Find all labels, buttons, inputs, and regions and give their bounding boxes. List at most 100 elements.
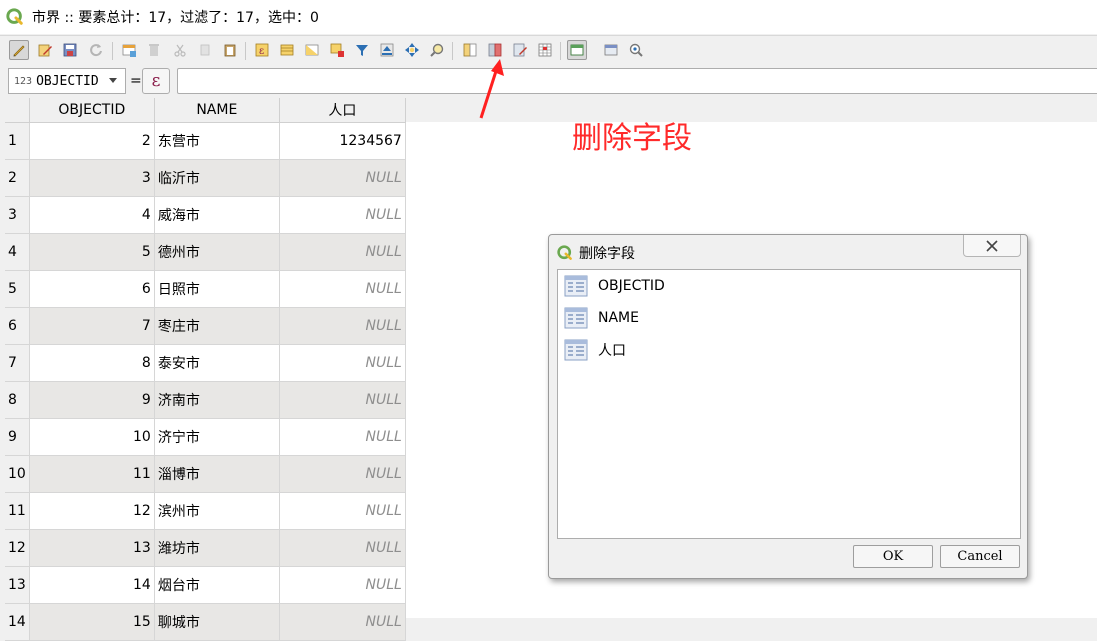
cell-population[interactable]: NULL xyxy=(279,307,406,345)
cell-population[interactable]: 1234567 xyxy=(279,122,406,160)
filter-select-button[interactable] xyxy=(352,40,372,60)
corner-header[interactable] xyxy=(5,98,30,123)
cell-objectid[interactable]: 2 xyxy=(29,122,155,160)
multi-edit-button[interactable] xyxy=(35,40,55,60)
row-header[interactable]: 5 xyxy=(5,270,30,308)
table-row[interactable]: 8 9 济南市 NULL xyxy=(5,381,406,419)
cell-objectid[interactable]: 11 xyxy=(29,455,155,493)
cell-objectid[interactable]: 15 xyxy=(29,603,155,641)
field-calculator-button[interactable] xyxy=(510,40,530,60)
table-row[interactable]: 14 15 聊城市 NULL xyxy=(5,603,406,641)
cell-name[interactable]: 潍坊市 xyxy=(154,529,280,567)
field-selector-combo[interactable]: 123 OBJECTID xyxy=(8,68,126,94)
move-selection-top-button[interactable] xyxy=(377,40,397,60)
column-header-population[interactable]: 人口 xyxy=(279,98,406,123)
row-header[interactable]: 13 xyxy=(5,566,30,604)
ok-button[interactable]: OK xyxy=(853,545,933,568)
cancel-button[interactable]: Cancel xyxy=(940,545,1020,568)
row-header[interactable]: 7 xyxy=(5,344,30,382)
cell-objectid[interactable]: 4 xyxy=(29,196,155,234)
cell-objectid[interactable]: 5 xyxy=(29,233,155,271)
table-row[interactable]: 12 13 潍坊市 NULL xyxy=(5,529,406,567)
filter-value-input[interactable] xyxy=(177,68,1097,94)
copy-button[interactable] xyxy=(195,40,215,60)
table-row[interactable]: 5 6 日照市 NULL xyxy=(5,270,406,308)
conditional-formatting-button[interactable] xyxy=(535,40,555,60)
row-header[interactable]: 11 xyxy=(5,492,30,530)
cell-population[interactable]: NULL xyxy=(279,529,406,567)
table-row[interactable]: 9 10 济宁市 NULL xyxy=(5,418,406,456)
pan-to-selected-button[interactable] xyxy=(402,40,422,60)
dock-table-button[interactable] xyxy=(567,40,587,60)
table-row[interactable]: 4 5 德州市 NULL xyxy=(5,233,406,271)
cell-population[interactable]: NULL xyxy=(279,381,406,419)
identify-button[interactable] xyxy=(626,40,646,60)
row-header[interactable]: 6 xyxy=(5,307,30,345)
cell-objectid[interactable]: 6 xyxy=(29,270,155,308)
table-row[interactable]: 2 3 临沂市 NULL xyxy=(5,159,406,197)
cell-population[interactable]: NULL xyxy=(279,603,406,641)
cell-population[interactable]: NULL xyxy=(279,159,406,197)
table-row[interactable]: 6 7 枣庄市 NULL xyxy=(5,307,406,345)
cell-objectid[interactable]: 3 xyxy=(29,159,155,197)
cell-name[interactable]: 淄博市 xyxy=(154,455,280,493)
cell-objectid[interactable]: 10 xyxy=(29,418,155,456)
cell-name[interactable]: 济南市 xyxy=(154,381,280,419)
row-header[interactable]: 8 xyxy=(5,381,30,419)
cell-name[interactable]: 泰安市 xyxy=(154,344,280,382)
row-header[interactable]: 14 xyxy=(5,603,30,641)
field-list-item[interactable]: NAME xyxy=(564,306,639,330)
cell-name[interactable]: 枣庄市 xyxy=(154,307,280,345)
row-header[interactable]: 10 xyxy=(5,455,30,493)
select-all-button[interactable] xyxy=(277,40,297,60)
cell-name[interactable]: 德州市 xyxy=(154,233,280,271)
select-by-expression-button[interactable]: ε xyxy=(252,40,272,60)
toggle-editing-button[interactable] xyxy=(9,40,29,60)
table-row[interactable]: 7 8 泰安市 NULL xyxy=(5,344,406,382)
field-list[interactable]: OBJECTID NAME 人口 xyxy=(557,269,1021,539)
delete-selected-button[interactable] xyxy=(144,40,164,60)
cell-population[interactable]: NULL xyxy=(279,566,406,604)
cell-objectid[interactable]: 14 xyxy=(29,566,155,604)
deselect-all-button[interactable] xyxy=(327,40,347,60)
table-row[interactable]: 10 11 淄博市 NULL xyxy=(5,455,406,493)
zoom-to-selected-button[interactable] xyxy=(427,40,447,60)
table-row[interactable]: 13 14 烟台市 NULL xyxy=(5,566,406,604)
field-list-item[interactable]: 人口 xyxy=(564,338,626,362)
cell-name[interactable]: 济宁市 xyxy=(154,418,280,456)
cell-name[interactable]: 东营市 xyxy=(154,122,280,160)
cell-objectid[interactable]: 13 xyxy=(29,529,155,567)
row-header[interactable]: 2 xyxy=(5,159,30,197)
row-header[interactable]: 12 xyxy=(5,529,30,567)
cell-objectid[interactable]: 9 xyxy=(29,381,155,419)
column-header-objectid[interactable]: OBJECTID xyxy=(29,98,155,123)
cell-objectid[interactable]: 7 xyxy=(29,307,155,345)
reload-button[interactable] xyxy=(86,40,106,60)
table-row[interactable]: 11 12 滨州市 NULL xyxy=(5,492,406,530)
expression-button[interactable]: ε xyxy=(142,68,170,94)
add-feature-button[interactable] xyxy=(119,40,139,60)
cell-population[interactable]: NULL xyxy=(279,196,406,234)
cell-objectid[interactable]: 8 xyxy=(29,344,155,382)
cell-name[interactable]: 聊城市 xyxy=(154,603,280,641)
cell-name[interactable]: 日照市 xyxy=(154,270,280,308)
column-header-name[interactable]: NAME xyxy=(154,98,280,123)
table-row[interactable]: 1 2 东营市 1234567 xyxy=(5,122,406,160)
paste-button[interactable] xyxy=(220,40,240,60)
table-row[interactable]: 3 4 威海市 NULL xyxy=(5,196,406,234)
cell-name[interactable]: 滨州市 xyxy=(154,492,280,530)
cell-name[interactable]: 烟台市 xyxy=(154,566,280,604)
cell-population[interactable]: NULL xyxy=(279,455,406,493)
cut-button[interactable] xyxy=(170,40,190,60)
cell-population[interactable]: NULL xyxy=(279,270,406,308)
actions-button[interactable] xyxy=(601,40,621,60)
dialog-close-button[interactable] xyxy=(963,235,1021,257)
field-list-item[interactable]: OBJECTID xyxy=(564,274,665,298)
cell-population[interactable]: NULL xyxy=(279,418,406,456)
cell-population[interactable]: NULL xyxy=(279,344,406,382)
cell-objectid[interactable]: 12 xyxy=(29,492,155,530)
save-edits-button[interactable] xyxy=(60,40,80,60)
cell-name[interactable]: 威海市 xyxy=(154,196,280,234)
row-header[interactable]: 1 xyxy=(5,122,30,160)
row-header[interactable]: 3 xyxy=(5,196,30,234)
